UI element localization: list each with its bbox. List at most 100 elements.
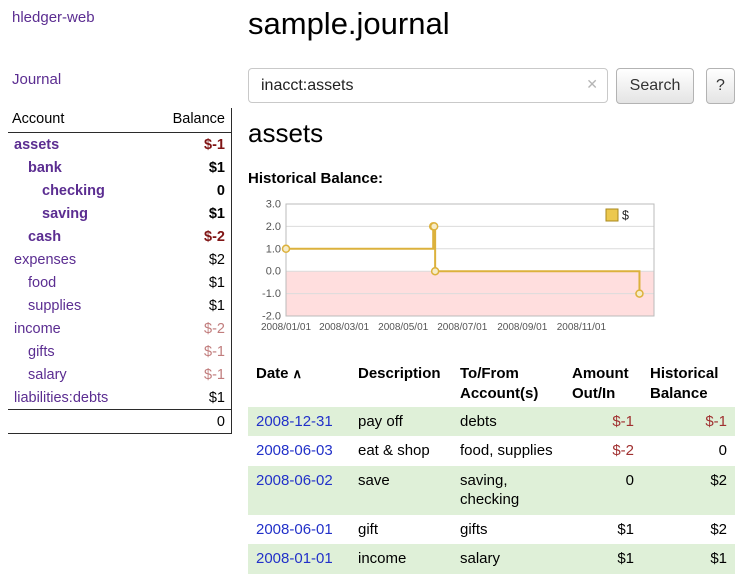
transaction-date-cell: 2008-01-01	[248, 544, 350, 574]
account-balance: $-1	[204, 137, 225, 153]
brand-link[interactable]: hledger-web	[12, 9, 95, 26]
account-balance: $-2	[204, 229, 225, 245]
account-row: saving$1	[8, 202, 231, 225]
account-row: supplies$1	[8, 294, 231, 317]
account-link[interactable]: saving	[8, 206, 88, 222]
transaction-amount: $1	[564, 544, 642, 574]
transaction-accounts: salary	[452, 544, 564, 574]
accounts-total-value: 0	[217, 414, 225, 430]
account-row: salary$-1	[8, 363, 231, 386]
accounts-header: Account Balance	[8, 108, 231, 133]
accounts-header-balance: Balance	[173, 111, 225, 127]
account-row: gifts$-1	[8, 340, 231, 363]
transaction-date-link[interactable]: 2008-12-31	[256, 413, 333, 430]
chart-xtick-label: 2008/05/01	[378, 322, 428, 333]
chart-ytick-label: -2.0	[262, 311, 281, 323]
account-link[interactable]: salary	[8, 367, 67, 383]
search-button[interactable]: Search	[616, 68, 694, 104]
account-row: food$1	[8, 271, 231, 294]
chart-ytick-label: 0.0	[266, 266, 281, 278]
account-link[interactable]: supplies	[8, 298, 81, 314]
chart-xtick-label: 2008/01/01	[261, 322, 311, 333]
chart-xtick-label: 2008/03/01	[319, 322, 369, 333]
chart-ytick-label: -1.0	[262, 288, 281, 300]
balance-chart-svg: 3.02.01.00.0-1.0-2.02008/01/012008/03/01…	[248, 196, 668, 338]
account-link[interactable]: expenses	[8, 252, 76, 268]
register-header: Date∧ Description To/From Account(s) Amo…	[248, 362, 735, 407]
chart-label: Historical Balance:	[248, 170, 383, 187]
chart-data-marker	[636, 290, 643, 297]
account-link[interactable]: food	[8, 275, 56, 291]
transaction-amount: $-2	[564, 436, 642, 466]
help-button[interactable]: ?	[706, 68, 735, 104]
register-header-date-label: Date	[256, 365, 289, 382]
accounts-total-row: 0	[8, 409, 231, 434]
account-balance: $-2	[204, 321, 225, 337]
search-bar: ✕ Search ?	[248, 68, 735, 104]
account-row: checking0	[8, 179, 231, 202]
register-row: 2008-12-31pay offdebts$-1$-1	[248, 407, 735, 437]
register-header-date[interactable]: Date ∧	[248, 362, 350, 407]
account-link[interactable]: gifts	[8, 344, 55, 360]
account-row: cash $-2	[8, 225, 231, 248]
transaction-accounts: gifts	[452, 515, 564, 545]
nav-journal-link[interactable]: Journal	[12, 71, 61, 88]
account-link[interactable]: liabilities:debts	[8, 390, 108, 406]
transaction-date-cell: 2008-06-02	[248, 466, 350, 515]
register-header-row: Date∧ Description To/From Account(s) Amo…	[248, 362, 735, 407]
transaction-description: eat & shop	[350, 436, 452, 466]
transaction-balance: $1	[642, 544, 735, 574]
account-row: expenses $2	[8, 248, 231, 271]
transaction-date-cell: 2008-12-31	[248, 407, 350, 437]
chart-xtick-label: 2008/09/01	[497, 322, 547, 333]
transaction-date-link[interactable]: 2008-06-02	[256, 472, 333, 489]
register-row: 2008-06-02savesaving, checking0$2	[248, 466, 735, 515]
accounts-header-account: Account	[12, 111, 64, 127]
transaction-amount: $-1	[564, 407, 642, 437]
account-row: assets $-1	[8, 133, 231, 156]
account-link[interactable]: checking	[8, 183, 105, 199]
account-balance: $2	[209, 252, 225, 268]
chart-xtick-label: 2008/07/01	[437, 322, 487, 333]
account-row: bank$1	[8, 156, 231, 179]
chart-data-marker	[431, 223, 438, 230]
register-header-amount: Amount Out/In	[564, 362, 642, 407]
register-header-description: Description	[350, 362, 452, 407]
transaction-accounts: debts	[452, 407, 564, 437]
register-header-balance: Historical Balance	[642, 362, 735, 407]
search-input[interactable]	[248, 68, 608, 103]
account-row: income $-2	[8, 317, 231, 340]
transaction-description: gift	[350, 515, 452, 545]
transaction-balance: $2	[642, 466, 735, 515]
clear-search-icon[interactable]: ✕	[586, 77, 598, 91]
search-box: ✕	[248, 68, 608, 103]
chart-ytick-label: 1.0	[266, 243, 281, 255]
chart-data-marker	[432, 268, 439, 275]
transaction-description: save	[350, 466, 452, 515]
transaction-accounts: food, supplies	[452, 436, 564, 466]
register-row: 2008-06-01giftgifts$1$2	[248, 515, 735, 545]
sidebar: hledger-web Journal Account Balance asse…	[0, 0, 240, 582]
register-row: 2008-01-01incomesalary$1$1	[248, 544, 735, 574]
accounts-panel: Account Balance assets$-1bank$1checking0…	[8, 108, 232, 434]
chart-data-marker	[283, 245, 290, 252]
transaction-date-link[interactable]: 2008-01-01	[256, 550, 333, 567]
sort-ascending-icon: ∧	[293, 366, 303, 381]
account-link[interactable]: bank	[8, 160, 62, 176]
transaction-date-cell: 2008-06-01	[248, 515, 350, 545]
section-title: assets	[248, 118, 323, 149]
transaction-date-cell: 2008-06-03	[248, 436, 350, 466]
transaction-description: pay off	[350, 407, 452, 437]
transaction-date-link[interactable]: 2008-06-03	[256, 442, 333, 459]
register-body: 2008-12-31pay offdebts$-1$-12008-06-03ea…	[248, 407, 735, 574]
historical-balance-chart: 3.02.01.00.0-1.0-2.02008/01/012008/03/01…	[248, 196, 668, 338]
register-row: 2008-06-03eat & shopfood, supplies$-20	[248, 436, 735, 466]
main-content: sample.journal ✕ Search ? assets Histori…	[248, 0, 735, 582]
account-link[interactable]: cash	[8, 229, 61, 245]
page-title: sample.journal	[248, 6, 450, 42]
account-link[interactable]: assets	[8, 137, 59, 153]
account-link[interactable]: income	[8, 321, 61, 337]
legend-series-label: $	[622, 209, 629, 223]
transaction-amount: $1	[564, 515, 642, 545]
transaction-date-link[interactable]: 2008-06-01	[256, 521, 333, 538]
